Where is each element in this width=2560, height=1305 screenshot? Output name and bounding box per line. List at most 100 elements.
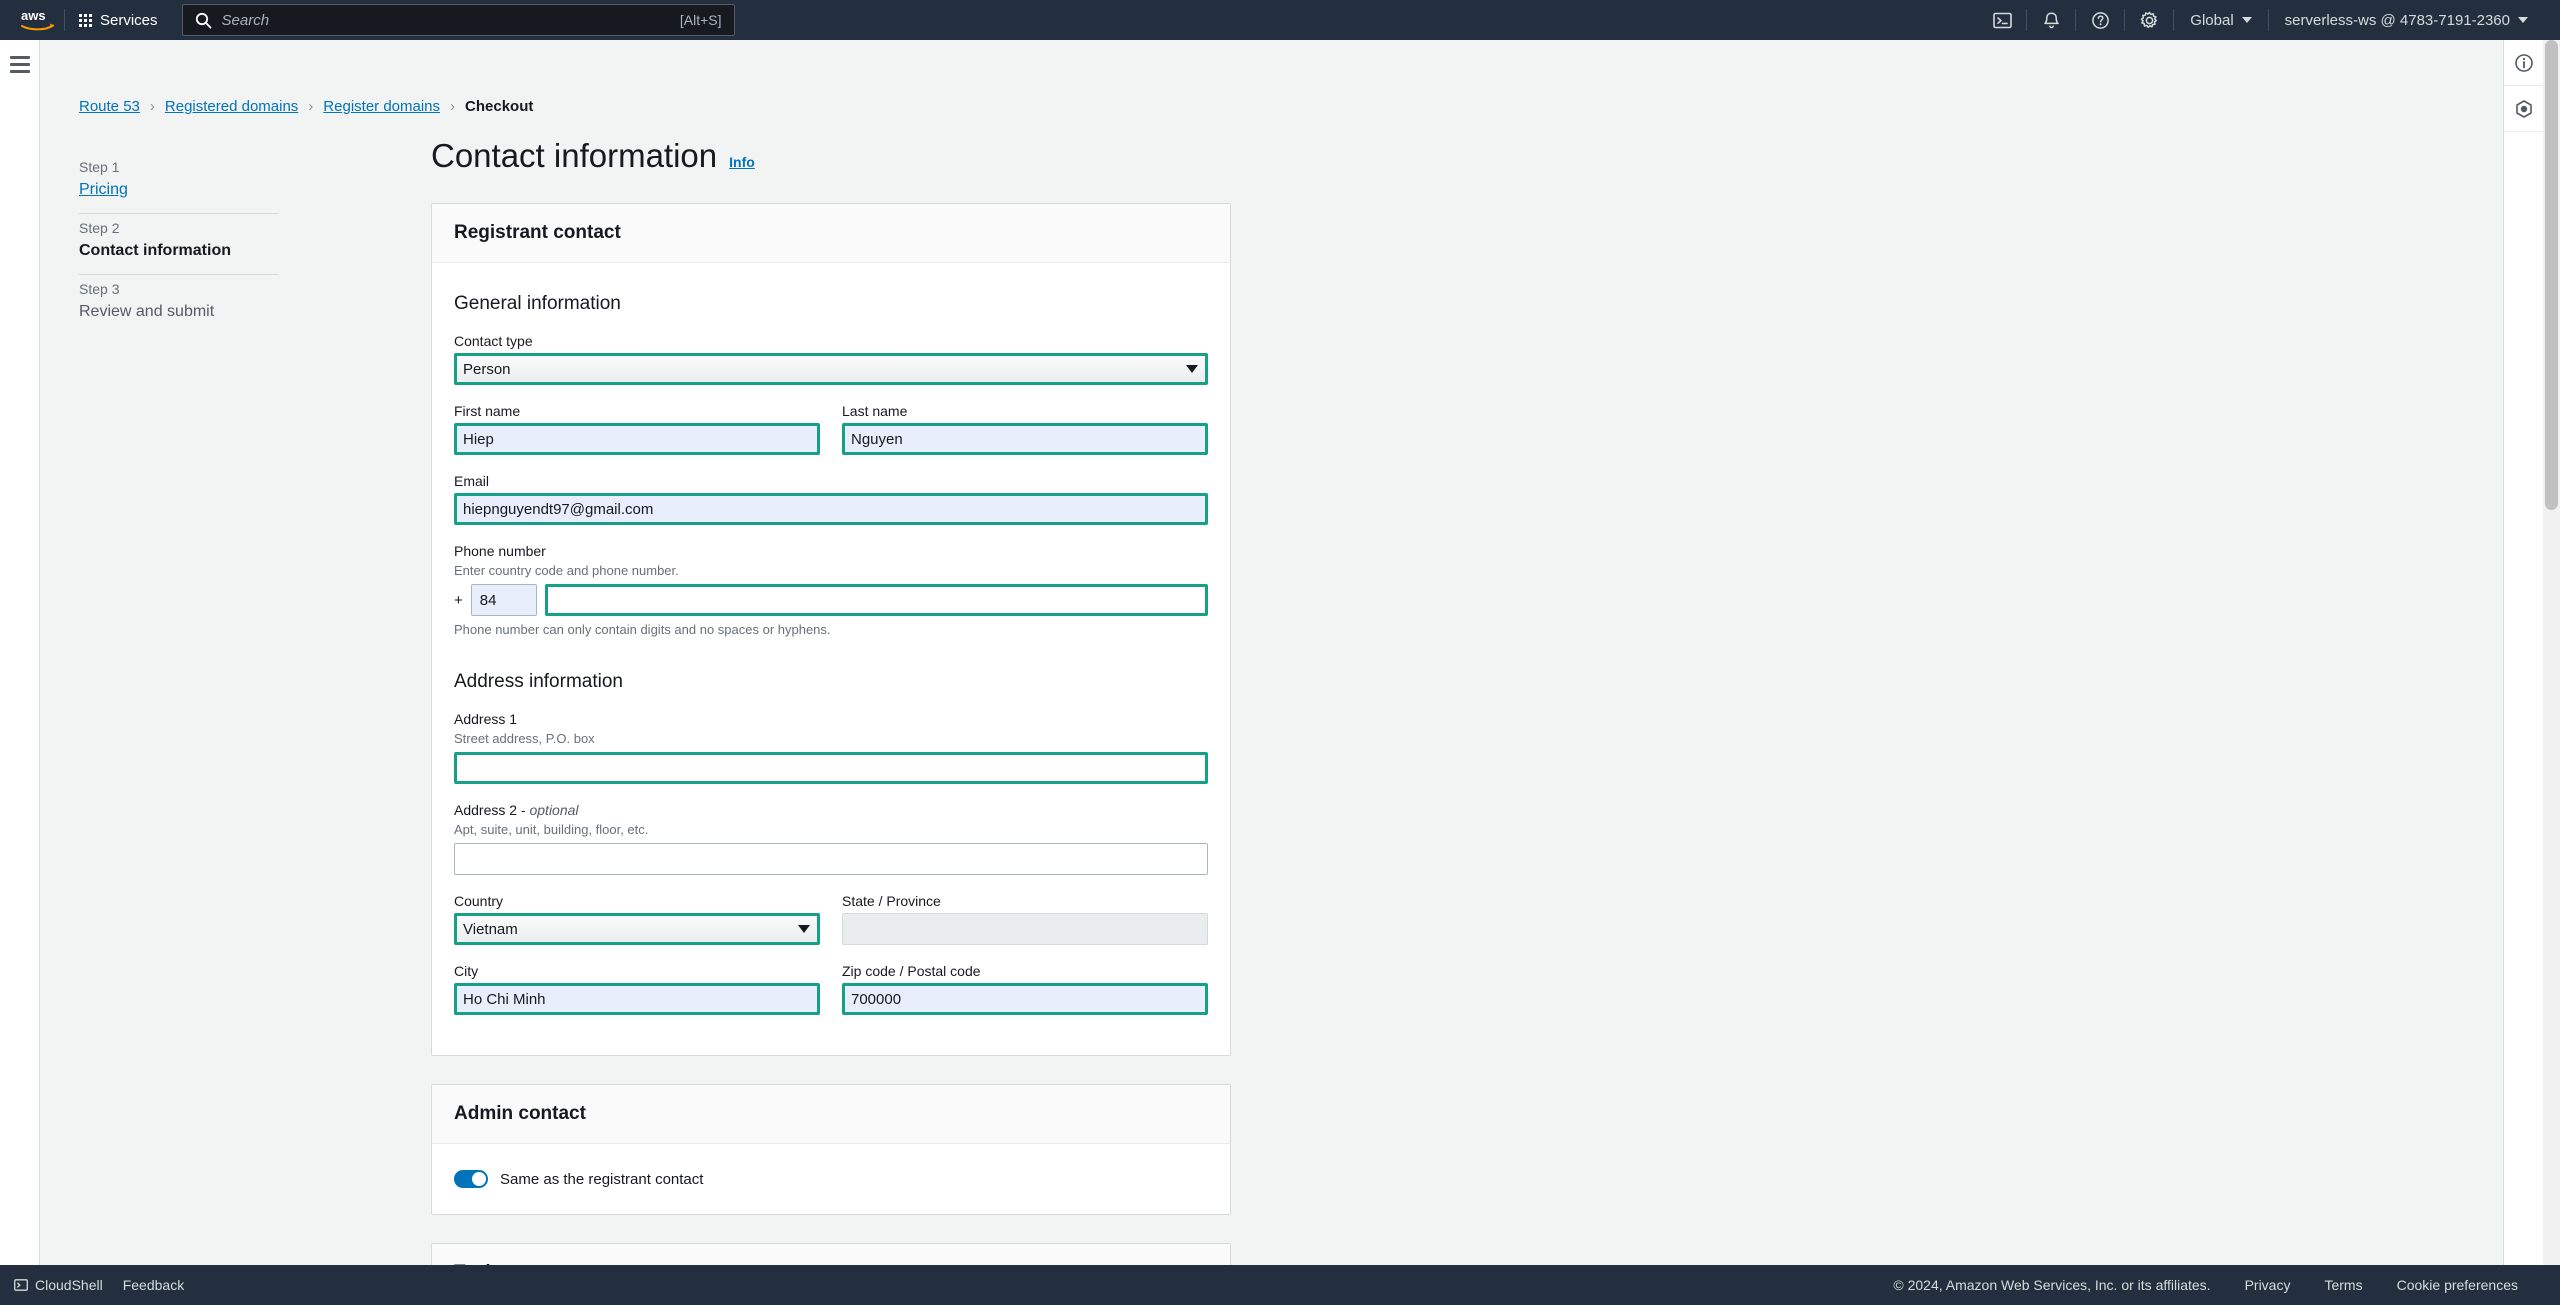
country-label: Country <box>454 893 504 909</box>
registrant-contact-header: Registrant contact <box>432 204 1230 263</box>
footer-feedback-button[interactable]: Feedback <box>123 1277 184 1293</box>
wizard-step-2-number: Step 2 <box>79 220 120 236</box>
footer-feedback-label: Feedback <box>122 1277 185 1293</box>
breadcrumb-item-route53[interactable]: Route 53 <box>79 98 140 115</box>
last-name-input[interactable] <box>842 423 1208 455</box>
admin-same-as-registrant-row[interactable]: Same as the registrant contact <box>454 1166 1208 1192</box>
phone-number-hint: Phone number can only contain digits and… <box>454 622 831 637</box>
form-column: Contact information Info Registrant cont… <box>319 137 2519 1265</box>
settings-icon[interactable] <box>2125 0 2173 40</box>
zip-code-field: Zip code / Postal code <box>842 963 1208 1015</box>
footer-privacy-link[interactable]: Privacy <box>2245 1277 2291 1293</box>
toggle-knob <box>472 1172 486 1186</box>
email-label: Email <box>454 473 490 489</box>
page-title-row: Contact information Info <box>431 137 2519 175</box>
country-state-row: Country Vietnam State / Province <box>454 893 1208 963</box>
breadcrumb-separator-icon: › <box>308 98 314 115</box>
country-value: Vietnam <box>463 920 518 938</box>
city-input[interactable] <box>454 983 820 1015</box>
phone-country-code-input[interactable] <box>470 584 537 616</box>
city-zip-row: City Zip code / Postal code <box>454 963 1208 1033</box>
breadcrumb-separator-icon: › <box>149 98 155 115</box>
address1-field: Address 1 Street address, P.O. box <box>454 711 1208 784</box>
page-scrollbar-thumb[interactable] <box>2545 40 2558 510</box>
footer-copyright: © 2024, Amazon Web Services, Inc. or its… <box>1893 1277 2211 1293</box>
search-shortcut-hint: [Alt+S] <box>679 12 722 28</box>
footer-terms-link[interactable]: Terms <box>2324 1277 2362 1293</box>
first-name-input[interactable] <box>454 423 820 455</box>
tech-contact-card: Tech contact Same as the registrant cont… <box>431 1243 1231 1265</box>
address2-input[interactable] <box>454 843 1208 875</box>
breadcrumb-item-checkout: Checkout <box>465 98 534 115</box>
left-rail <box>0 40 40 1265</box>
email-field: Email <box>454 473 1208 525</box>
last-name-label: Last name <box>842 403 908 419</box>
info-link[interactable]: Info <box>729 154 755 170</box>
breadcrumb-item-registered-domains[interactable]: Registered domains <box>165 98 298 115</box>
hamburger-menu-icon[interactable] <box>9 56 30 73</box>
address1-input[interactable] <box>454 752 1208 784</box>
account-menu[interactable]: serverless-ws @ 4783-7191-2360 <box>2269 12 2544 29</box>
state-province-field: State / Province <box>842 893 1208 945</box>
contact-type-label: Contact type <box>454 333 533 349</box>
page-scrollbar[interactable] <box>2543 40 2560 1265</box>
city-field: City <box>454 963 820 1015</box>
info-panel-icon[interactable] <box>2504 40 2543 86</box>
admin-contact-card: Admin contact Same as the registrant con… <box>431 1084 1231 1215</box>
country-select[interactable]: Vietnam <box>454 913 820 945</box>
state-province-input <box>842 913 1208 945</box>
footer-cloudshell-label: CloudShell <box>35 1277 103 1293</box>
services-label: Services <box>100 11 158 29</box>
help-icon[interactable] <box>2076 0 2124 40</box>
page-title: Contact information <box>431 137 718 174</box>
footer-bar: CloudShell Feedback © 2024, Amazon Web S… <box>0 1265 2560 1305</box>
wizard-steps-sidebar: Step 1 Pricing Step 2 Contact informatio… <box>79 137 319 1265</box>
wizard-step-1-label[interactable]: Pricing <box>79 181 319 199</box>
address2-label-text: Address 2 - <box>454 802 530 818</box>
aws-logo[interactable]: aws <box>0 9 62 31</box>
right-rail <box>2503 40 2543 1265</box>
footer-left-group: CloudShell Feedback <box>14 1277 184 1293</box>
breadcrumb-item-register-domains[interactable]: Register domains <box>323 98 440 115</box>
footer-cloudshell-button[interactable]: CloudShell <box>14 1277 103 1293</box>
country-field: Country Vietnam <box>454 893 820 945</box>
footer-cookie-preferences-link[interactable]: Cookie preferences <box>2397 1277 2518 1293</box>
admin-contact-title: Admin contact <box>454 1103 586 1124</box>
top-navigation-bar: aws Services Search [Alt+S] Global serve… <box>0 0 2560 40</box>
cloudshell-icon[interactable] <box>1978 0 2026 40</box>
tech-contact-header: Tech contact <box>432 1244 1230 1265</box>
content-columns: Step 1 Pricing Step 2 Contact informatio… <box>41 137 2519 1265</box>
bell-icon[interactable] <box>2027 0 2075 40</box>
address1-description: Street address, P.O. box <box>454 731 595 746</box>
phone-prefix-label: + <box>454 591 463 609</box>
zip-code-input[interactable] <box>842 983 1208 1015</box>
address-information-title: Address information <box>454 671 623 692</box>
city-label: City <box>454 963 479 979</box>
footer-right-group: © 2024, Amazon Web Services, Inc. or its… <box>1893 1277 2546 1293</box>
wizard-step-2-label: Contact information <box>79 242 231 259</box>
email-input[interactable] <box>454 493 1208 525</box>
wizard-step-3-label: Review and submit <box>79 303 215 320</box>
first-name-label: First name <box>454 403 521 419</box>
account-label: serverless-ws @ 4783-7191-2360 <box>2284 11 2510 29</box>
zip-code-label: Zip code / Postal code <box>842 963 981 979</box>
registrant-contact-title: Registrant contact <box>454 222 621 243</box>
wizard-step-3-number: Step 3 <box>79 281 120 297</box>
search-placeholder: Search <box>221 11 270 29</box>
chevron-down-icon <box>2518 17 2528 23</box>
name-row: First name Last name <box>454 403 1208 473</box>
address2-optional-text: optional <box>529 802 579 818</box>
registrant-contact-body: General information Contact type Person <box>432 263 1230 1055</box>
security-panel-icon[interactable] <box>2504 86 2543 132</box>
contact-type-select[interactable]: Person <box>454 353 1208 385</box>
address2-description: Apt, suite, unit, building, floor, etc. <box>454 822 649 837</box>
svg-text:aws: aws <box>21 9 46 23</box>
admin-same-as-registrant-toggle[interactable] <box>454 1170 488 1188</box>
region-selector[interactable]: Global <box>2174 12 2267 29</box>
phone-number-input[interactable] <box>544 584 1208 616</box>
first-name-field: First name <box>454 403 820 455</box>
search-input[interactable]: Search [Alt+S] <box>181 4 735 36</box>
nav-right-group: Global serverless-ws @ 4783-7191-2360 <box>1978 0 2560 40</box>
phone-number-label: Phone number <box>454 543 546 559</box>
services-menu-button[interactable]: Services <box>67 0 170 40</box>
